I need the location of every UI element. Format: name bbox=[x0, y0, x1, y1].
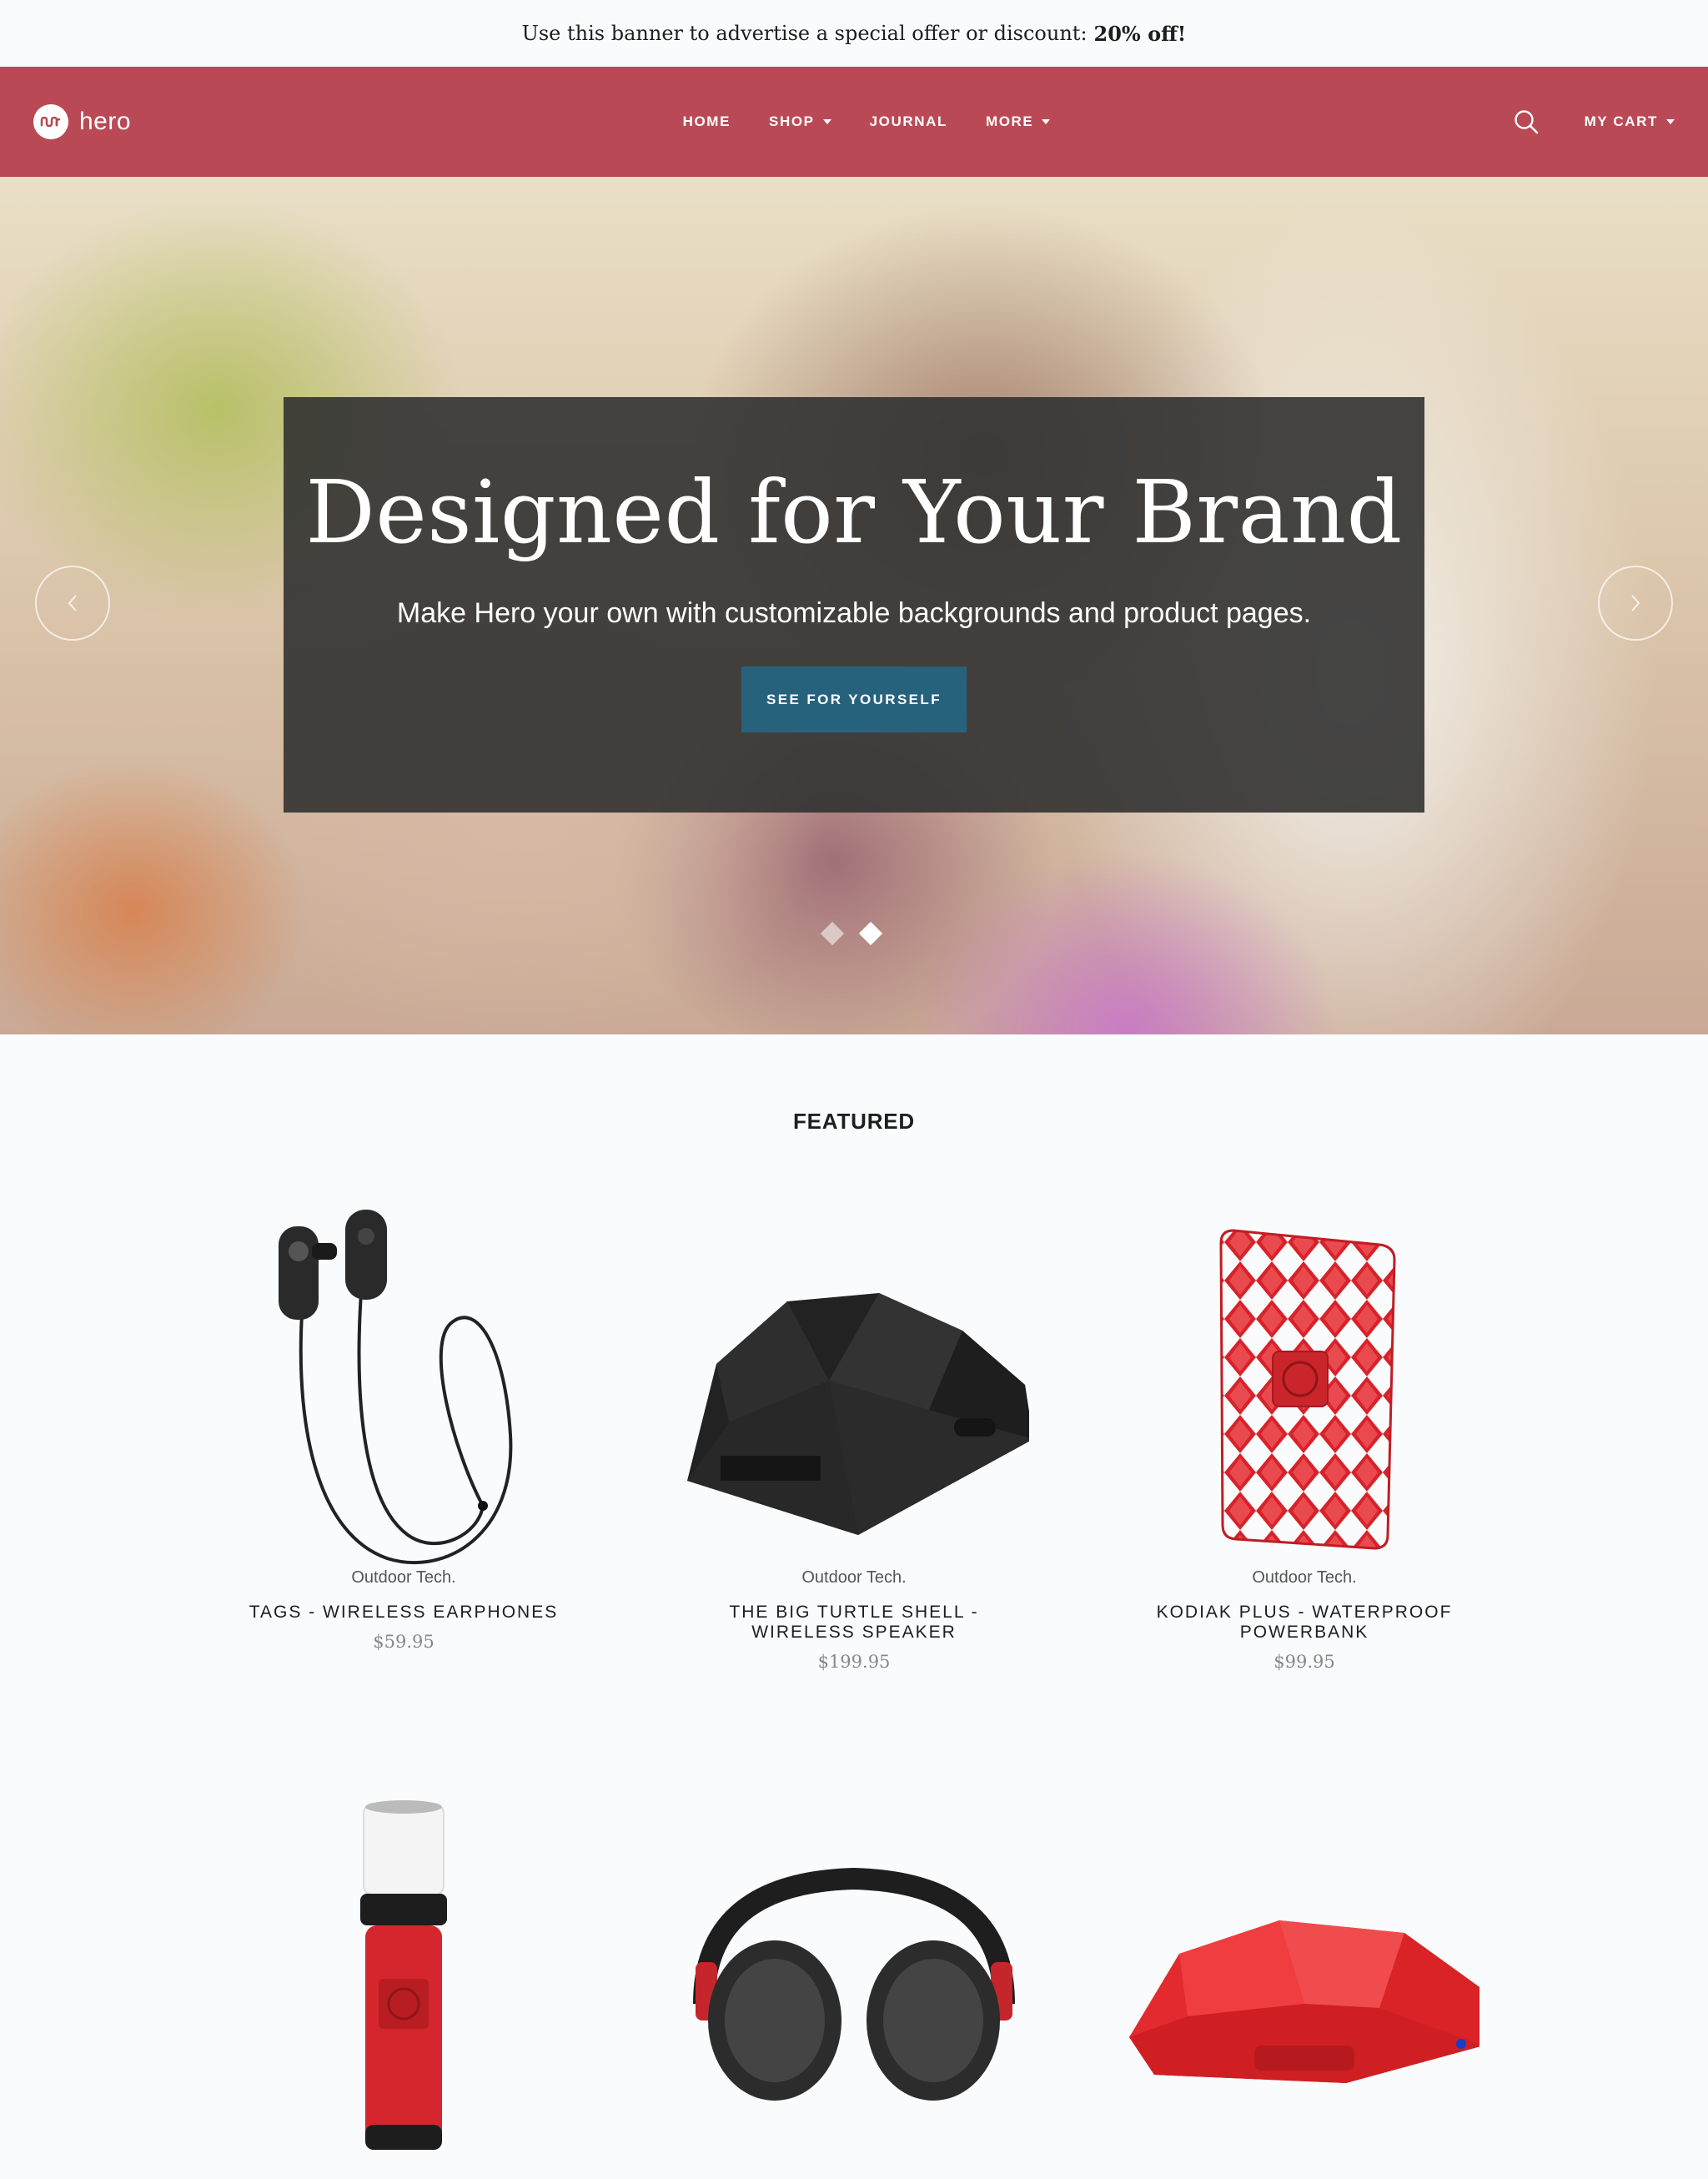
announcement-bar: Use this banner to advertise a special o… bbox=[0, 0, 1708, 67]
nav-shop-label: SHOP bbox=[769, 113, 815, 129]
nav-more-label: MORE bbox=[985, 113, 1034, 129]
hero-title: Designed for Your Brand bbox=[305, 461, 1403, 563]
cart-menu[interactable]: MY CART bbox=[1585, 67, 1675, 177]
hero-cta-button[interactable]: SEE FOR YOURSELF bbox=[741, 667, 967, 732]
chevron-left-icon bbox=[68, 595, 77, 611]
announcement-highlight: 20% off! bbox=[1093, 21, 1187, 46]
product-card[interactable]: Outdoor Tech. THE BIG TURTLE SHELL - WIR… bbox=[679, 1185, 1029, 1672]
product-image-red-speaker[interactable] bbox=[1129, 1795, 1479, 2179]
product-card[interactable] bbox=[229, 1795, 579, 2179]
hero-caption-box: Designed for Your Brand Make Hero your o… bbox=[284, 397, 1424, 813]
nav-home[interactable]: HOME bbox=[683, 113, 731, 130]
product-vendor: Outdoor Tech. bbox=[801, 1568, 907, 1587]
caret-down-icon bbox=[822, 119, 831, 124]
product-vendor: Outdoor Tech. bbox=[1252, 1568, 1357, 1587]
product-price: $59.95 bbox=[373, 1632, 435, 1652]
product-image-earphones[interactable] bbox=[229, 1185, 579, 1568]
product-name[interactable]: THE BIG TURTLE SHELL - WIRELESS SPEAKER bbox=[679, 1603, 1029, 1643]
hero-slider: Designed for Your Brand Make Hero your o… bbox=[0, 177, 1708, 1034]
product-card[interactable] bbox=[679, 1795, 1029, 2179]
slide-prev-button[interactable] bbox=[35, 566, 110, 641]
product-image-red-lantern[interactable] bbox=[229, 1795, 579, 2179]
nav-shop[interactable]: SHOP bbox=[769, 113, 831, 130]
search-icon[interactable] bbox=[1513, 108, 1540, 135]
product-card[interactable]: Outdoor Tech. KODIAK PLUS - WATERPROOF P… bbox=[1129, 1185, 1479, 1672]
slide-next-button[interactable] bbox=[1598, 566, 1673, 641]
product-card[interactable]: Outdoor Tech. TAGS - WIRELESS EARPHONES … bbox=[229, 1185, 579, 1652]
caret-down-icon bbox=[1042, 119, 1051, 124]
slide-dot-2[interactable] bbox=[858, 921, 883, 946]
nav-journal-label: JOURNAL bbox=[869, 113, 947, 129]
product-card[interactable] bbox=[1129, 1795, 1479, 2179]
product-image-black-speaker[interactable] bbox=[679, 1185, 1029, 1568]
cart-label: MY CART bbox=[1584, 113, 1658, 129]
product-name[interactable]: TAGS - WIRELESS EARPHONES bbox=[229, 1603, 579, 1623]
product-price: $199.95 bbox=[817, 1652, 891, 1672]
slide-dot-1[interactable] bbox=[820, 921, 845, 946]
product-image-red-powerbank[interactable] bbox=[1129, 1185, 1479, 1568]
caret-down-icon bbox=[1666, 119, 1675, 124]
slide-indicators bbox=[820, 921, 883, 946]
nav-home-label: HOME bbox=[682, 113, 731, 129]
product-price: $99.95 bbox=[1273, 1652, 1335, 1672]
site-header: hero HOME SHOP JOURNAL MORE MY CART bbox=[0, 67, 1708, 177]
product-vendor: Outdoor Tech. bbox=[351, 1568, 456, 1587]
product-image-headphones[interactable] bbox=[679, 1795, 1029, 2179]
hero-subtitle: Make Hero your own with customizable bac… bbox=[396, 597, 1312, 629]
chevron-right-icon bbox=[1631, 595, 1640, 611]
nav-journal[interactable]: JOURNAL bbox=[870, 113, 947, 130]
nav-more[interactable]: MORE bbox=[985, 113, 1051, 130]
main-nav: HOME SHOP JOURNAL MORE bbox=[0, 67, 1708, 177]
featured-heading: FEATURED bbox=[792, 1109, 916, 1134]
product-name[interactable]: KODIAK PLUS - WATERPROOF POWERBANK bbox=[1129, 1603, 1479, 1643]
announcement-text: Use this banner to advertise a special o… bbox=[521, 22, 1088, 45]
